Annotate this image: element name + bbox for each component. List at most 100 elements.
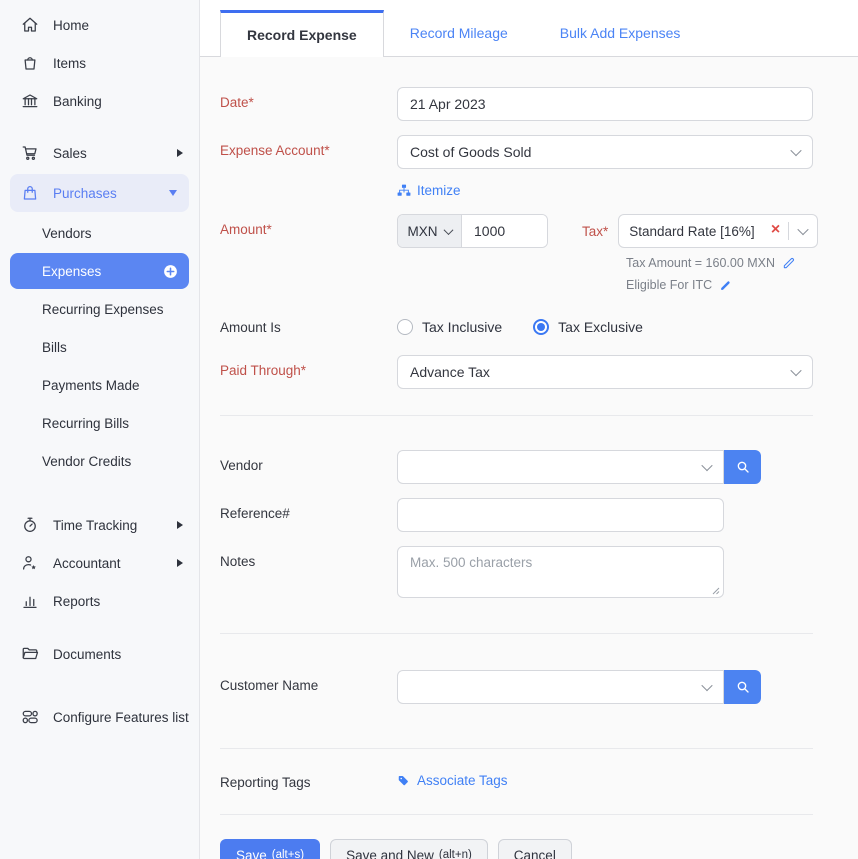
radio-tax-exclusive-label[interactable]: Tax Exclusive bbox=[558, 319, 643, 335]
date-label: Date* bbox=[220, 87, 397, 110]
sidebar-item-items[interactable]: Items bbox=[0, 44, 199, 82]
save-and-new-shortcut: (alt+n) bbox=[439, 849, 472, 859]
itemize-row: Itemize bbox=[397, 183, 813, 198]
app-window: Home Items Banking Sales Pu bbox=[0, 0, 858, 859]
sidebar-item-label: Bills bbox=[42, 340, 67, 355]
tax-label: Tax* bbox=[582, 224, 608, 239]
radio-tax-inclusive[interactable] bbox=[397, 319, 413, 335]
sidebar-item-label: Reports bbox=[53, 594, 183, 609]
sidebar-item-bills[interactable]: Bills bbox=[0, 328, 199, 366]
eligible-itc-row: Eligible For ITC bbox=[626, 278, 818, 292]
chevron-down-icon bbox=[701, 680, 712, 691]
sidebar-item-recurring-bills[interactable]: Recurring Bills bbox=[0, 404, 199, 442]
sidebar-item-vendor-credits[interactable]: Vendor Credits bbox=[0, 442, 199, 480]
associate-tags-label: Associate Tags bbox=[417, 773, 508, 788]
currency-select[interactable]: MXN bbox=[398, 215, 462, 247]
radio-tax-inclusive-label[interactable]: Tax Inclusive bbox=[422, 319, 502, 335]
sidebar-item-accountant[interactable]: Accountant bbox=[0, 544, 199, 582]
paid-through-select[interactable]: Advance Tax bbox=[397, 355, 813, 389]
customer-search-button[interactable] bbox=[724, 670, 761, 704]
tax-remove-icon[interactable]: × bbox=[769, 221, 788, 241]
sidebar-item-label: Home bbox=[53, 18, 183, 33]
sidebar-item-configure-features[interactable]: Configure Features list bbox=[0, 698, 199, 736]
configure-features-icon bbox=[20, 707, 40, 727]
sidebar-item-sales[interactable]: Sales bbox=[0, 134, 199, 172]
cancel-button[interactable]: Cancel bbox=[498, 839, 572, 859]
sidebar-item-documents[interactable]: Documents bbox=[0, 635, 199, 673]
radio-tax-exclusive[interactable] bbox=[533, 319, 549, 335]
expense-account-select[interactable]: Cost of Goods Sold bbox=[397, 135, 813, 169]
eligible-itc-text: Eligible For ITC bbox=[626, 278, 712, 292]
tax-value: Standard Rate [16%] bbox=[629, 224, 769, 239]
edit-pencil-icon[interactable] bbox=[782, 256, 796, 270]
chevron-down-icon bbox=[798, 224, 809, 235]
sidebar-spacer bbox=[0, 480, 199, 506]
sidebar-spacer bbox=[0, 673, 199, 698]
itemize-link[interactable]: Itemize bbox=[397, 183, 461, 198]
chevron-down-icon bbox=[790, 145, 801, 156]
tax-select[interactable]: Standard Rate [16%] × bbox=[618, 214, 818, 248]
section-divider bbox=[220, 415, 813, 416]
reference-row: Reference# bbox=[220, 498, 813, 532]
paid-through-label: Paid Through* bbox=[220, 355, 397, 378]
main-panel: Record Expense Record Mileage Bulk Add E… bbox=[200, 0, 858, 859]
tab-bar: Record Expense Record Mileage Bulk Add E… bbox=[200, 0, 858, 57]
save-and-new-label: Save and New bbox=[346, 848, 434, 859]
resize-handle-icon[interactable] bbox=[712, 587, 720, 595]
tax-column: Tax* Standard Rate [16%] × Tax Amount = … bbox=[582, 214, 818, 292]
section-divider bbox=[220, 814, 813, 815]
form-actions: Save (alt+s) Save and New (alt+n) Cancel bbox=[220, 839, 813, 859]
tab-bulk-add-expenses[interactable]: Bulk Add Expenses bbox=[534, 9, 707, 56]
sidebar-item-label: Payments Made bbox=[42, 378, 140, 393]
sidebar-item-label: Configure Features list bbox=[53, 710, 189, 725]
reference-label: Reference# bbox=[220, 498, 397, 521]
vendor-search-button[interactable] bbox=[724, 450, 761, 484]
sales-cart-icon bbox=[20, 143, 40, 163]
vendor-select[interactable] bbox=[397, 450, 724, 484]
sidebar-item-label: Documents bbox=[53, 647, 183, 662]
sidebar-item-home[interactable]: Home bbox=[0, 6, 199, 44]
reference-input[interactable] bbox=[397, 498, 724, 532]
sidebar-item-banking[interactable]: Banking bbox=[0, 82, 199, 120]
cancel-label: Cancel bbox=[514, 848, 556, 859]
sidebar-item-payments-made[interactable]: Payments Made bbox=[0, 366, 199, 404]
sidebar-spacer bbox=[0, 120, 199, 134]
amount-input[interactable] bbox=[462, 215, 547, 247]
date-row: Date* bbox=[220, 87, 813, 121]
tax-amount-row: Tax Amount = 160.00 MXN bbox=[626, 256, 818, 270]
expense-account-row: Expense Account* Cost of Goods Sold bbox=[220, 135, 813, 169]
customer-row: Customer Name bbox=[220, 670, 813, 704]
date-input[interactable] bbox=[397, 87, 813, 121]
sidebar-item-reports[interactable]: Reports bbox=[0, 582, 199, 620]
itemize-hierarchy-icon bbox=[397, 184, 411, 197]
chevron-down-icon bbox=[790, 365, 801, 376]
sidebar-item-label: Expenses bbox=[42, 264, 162, 279]
sidebar-item-label: Sales bbox=[53, 146, 177, 161]
save-button[interactable]: Save (alt+s) bbox=[220, 839, 320, 859]
tab-record-expense[interactable]: Record Expense bbox=[220, 10, 384, 57]
edit-pencil-filled-icon[interactable] bbox=[719, 279, 732, 292]
sidebar-item-vendors[interactable]: Vendors bbox=[0, 214, 199, 252]
divider bbox=[788, 222, 789, 240]
save-and-new-button[interactable]: Save and New (alt+n) bbox=[330, 839, 488, 859]
amount-label: Amount* bbox=[220, 214, 397, 237]
associate-tags-link[interactable]: Associate Tags bbox=[397, 773, 508, 788]
customer-label: Customer Name bbox=[220, 670, 397, 693]
tab-record-mileage[interactable]: Record Mileage bbox=[384, 9, 534, 56]
reporting-tags-row: Reporting Tags Associate Tags bbox=[220, 773, 813, 790]
chevron-down-icon bbox=[443, 225, 453, 235]
sidebar-item-label: Vendor Credits bbox=[42, 454, 131, 469]
sidebar-item-expenses[interactable]: Expenses bbox=[10, 253, 189, 289]
sidebar-item-purchases[interactable]: Purchases bbox=[10, 174, 189, 212]
purchases-bag-icon bbox=[20, 183, 40, 203]
sidebar-item-recurring-expenses[interactable]: Recurring Expenses bbox=[0, 290, 199, 328]
stopwatch-icon bbox=[20, 515, 40, 535]
sidebar-item-time-tracking[interactable]: Time Tracking bbox=[0, 506, 199, 544]
paid-through-row: Paid Through* Advance Tax bbox=[220, 355, 813, 389]
expense-form: Date* Expense Account* Cost of Goods Sol… bbox=[200, 57, 858, 859]
customer-select[interactable] bbox=[397, 670, 724, 704]
chevron-right-icon bbox=[177, 521, 183, 529]
notes-textarea[interactable] bbox=[397, 546, 724, 598]
add-expense-plus-icon[interactable] bbox=[162, 263, 179, 280]
sidebar: Home Items Banking Sales Pu bbox=[0, 0, 200, 859]
